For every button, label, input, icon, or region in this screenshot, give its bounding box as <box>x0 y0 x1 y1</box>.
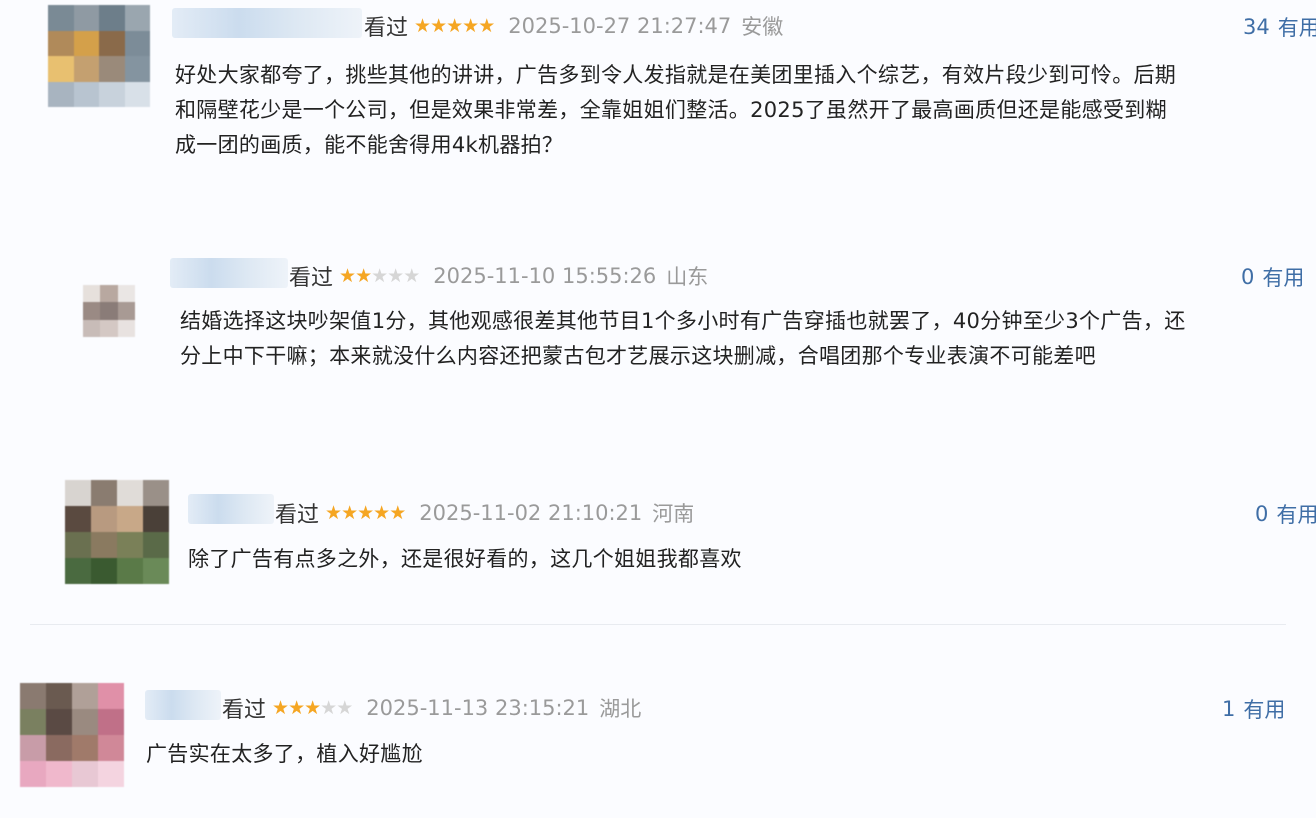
star-filled-icon: ★ <box>373 501 390 524</box>
avatar[interactable] <box>65 480 169 584</box>
useful-label: 有用 <box>1276 503 1316 527</box>
review-line: 和隔壁花少是一个公司，但是效果非常差，全靠姐姐们整活。2025了虽然开了最高画质… <box>175 98 1167 122</box>
avatar[interactable] <box>83 285 135 337</box>
useful-label: 有用 <box>1243 698 1286 722</box>
review-region: 湖北 <box>599 697 642 721</box>
review-line: 好处大家都夸了，挑些其他的讲讲，广告多到令人发指就是在美团里插入个综艺，有效片段… <box>175 63 1177 87</box>
star-filled-icon: ★ <box>325 501 342 524</box>
avatar[interactable] <box>48 5 150 107</box>
star-empty-icon: ★ <box>320 696 337 719</box>
review-item: 看过 ★★★★★ 2025-10-27 21:27:47 安徽 34 有用 好处… <box>0 0 1316 200</box>
useful-button[interactable]: 34 有用 <box>1243 12 1316 42</box>
username-blurred[interactable] <box>172 8 362 38</box>
review-time: 2025-10-27 21:27:47 <box>508 14 732 38</box>
review-time: 2025-11-13 23:15:21 <box>366 696 590 720</box>
review-line: 广告实在太多了，植入好尴尬 <box>146 742 423 766</box>
review-meta: 看过 ★★★★★ 2025-11-13 23:15:21 湖北 <box>222 692 641 724</box>
star-filled-icon: ★ <box>478 14 495 37</box>
star-filled-icon: ★ <box>389 501 406 524</box>
review-region: 安徽 <box>741 15 784 39</box>
star-filled-icon: ★ <box>462 14 479 37</box>
review-region: 山东 <box>666 265 709 289</box>
rating-stars: ★★★★★ <box>325 501 406 524</box>
review-region: 河南 <box>652 502 695 526</box>
avatar[interactable] <box>20 683 124 787</box>
star-filled-icon: ★ <box>341 501 358 524</box>
watched-label: 看过 <box>222 698 267 723</box>
star-filled-icon: ★ <box>288 696 305 719</box>
review-item: 看过 ★★★★★ 2025-11-13 23:15:21 湖北 1 有用 广告实… <box>0 670 1316 810</box>
watched-label: 看过 <box>364 16 409 41</box>
review-content: 除了广告有点多之外，还是很好看的，这几个姐姐我都喜欢 <box>188 542 742 577</box>
username-blurred[interactable] <box>188 494 274 524</box>
review-meta: 看过 ★★★★★ 2025-11-02 21:10:21 河南 <box>275 497 694 529</box>
useful-label: 有用 <box>1277 16 1316 40</box>
review-content: 好处大家都夸了，挑些其他的讲讲，广告多到令人发指就是在美团里插入个综艺，有效片段… <box>175 58 1176 163</box>
useful-count: 1 <box>1222 697 1236 721</box>
useful-button[interactable]: 0 有用 <box>1255 499 1316 529</box>
useful-button[interactable]: 1 有用 <box>1222 694 1285 724</box>
review-time: 2025-11-02 21:10:21 <box>419 501 643 525</box>
star-filled-icon: ★ <box>446 14 463 37</box>
useful-count: 0 <box>1241 265 1255 289</box>
star-empty-icon: ★ <box>387 264 404 287</box>
username-blurred[interactable] <box>170 258 288 288</box>
review-item: 看过 ★★★★★ 2025-11-02 21:10:21 河南 0 有用 除了广… <box>0 470 1316 620</box>
star-empty-icon: ★ <box>336 696 353 719</box>
username-blurred[interactable] <box>145 690 221 720</box>
star-filled-icon: ★ <box>414 14 431 37</box>
review-line: 分上中下干嘛；本来就没什么内容还把蒙古包才艺展示这块删减，合唱团那个专业表演不可… <box>180 344 1096 368</box>
watched-label: 看过 <box>275 503 320 528</box>
review-meta: 看过 ★★★★★ 2025-11-10 15:55:26 山东 <box>289 260 708 292</box>
review-content: 结婚选择这块吵架值1分，其他观感很差其他节目1个多小时有广告穿插也就罢了，40分… <box>180 304 1186 374</box>
watched-label: 看过 <box>289 266 334 291</box>
star-filled-icon: ★ <box>339 264 356 287</box>
review-time: 2025-11-10 15:55:26 <box>433 264 657 288</box>
section-divider <box>30 624 1286 625</box>
star-filled-icon: ★ <box>355 264 372 287</box>
rating-stars: ★★★★★ <box>339 264 420 287</box>
useful-count: 0 <box>1255 502 1269 526</box>
review-content: 广告实在太多了，植入好尴尬 <box>146 737 423 772</box>
review-item: 看过 ★★★★★ 2025-11-10 15:55:26 山东 0 有用 结婚选… <box>0 240 1316 400</box>
rating-stars: ★★★★★ <box>272 696 353 719</box>
review-meta: 看过 ★★★★★ 2025-10-27 21:27:47 安徽 <box>364 10 783 42</box>
star-filled-icon: ★ <box>357 501 374 524</box>
star-filled-icon: ★ <box>272 696 289 719</box>
useful-button[interactable]: 0 有用 <box>1241 262 1304 292</box>
rating-stars: ★★★★★ <box>414 14 495 37</box>
star-filled-icon: ★ <box>430 14 447 37</box>
star-empty-icon: ★ <box>371 264 388 287</box>
useful-count: 34 <box>1243 15 1270 39</box>
review-line: 成一团的画质，能不能舍得用4k机器拍？ <box>175 133 564 157</box>
review-line: 结婚选择这块吵架值1分，其他观感很差其他节目1个多小时有广告穿插也就罢了，40分… <box>180 309 1186 333</box>
useful-label: 有用 <box>1262 266 1305 290</box>
star-empty-icon: ★ <box>403 264 420 287</box>
review-line: 除了广告有点多之外，还是很好看的，这几个姐姐我都喜欢 <box>188 547 742 571</box>
star-filled-icon: ★ <box>304 696 321 719</box>
